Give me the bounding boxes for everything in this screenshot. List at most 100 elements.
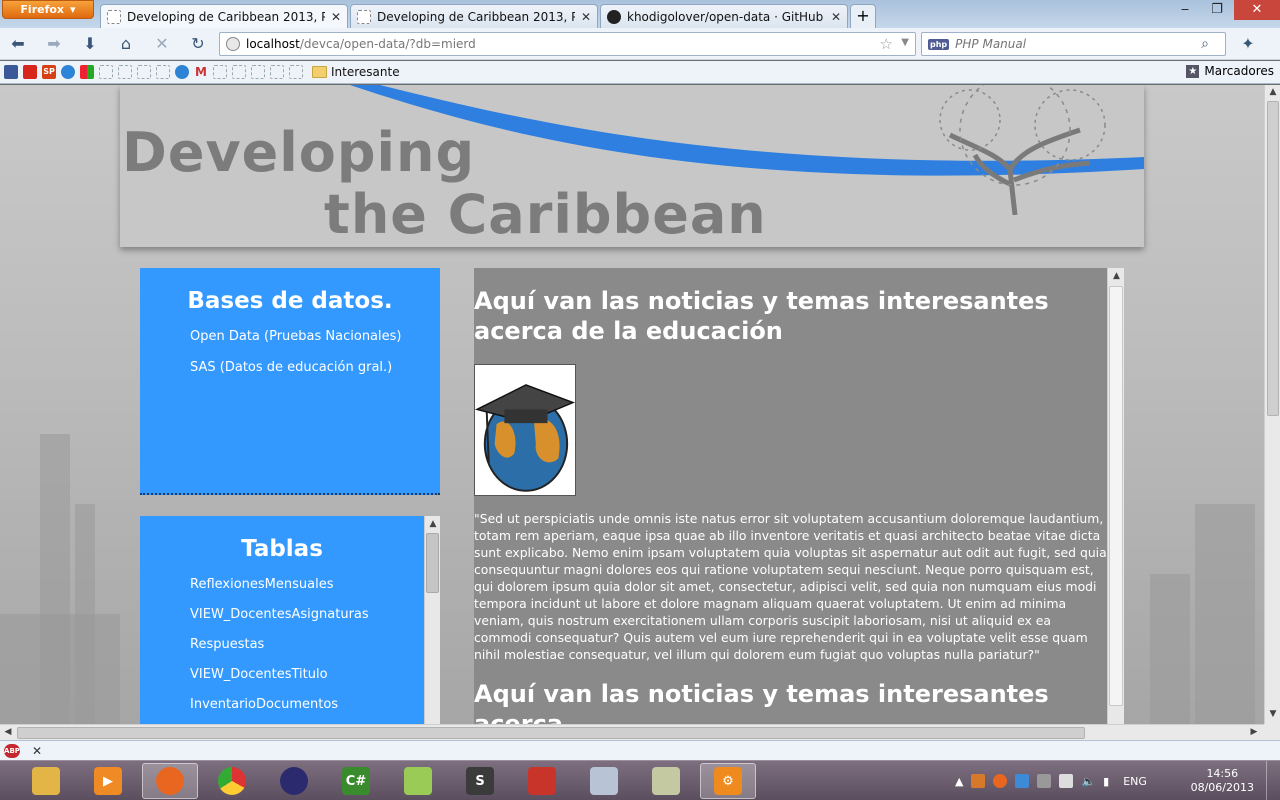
- stop-icon[interactable]: ✕: [150, 32, 174, 56]
- flag-icon[interactable]: [1059, 774, 1074, 788]
- bookmark-icon[interactable]: [118, 65, 132, 79]
- taskbar-explorer[interactable]: [18, 763, 74, 799]
- bookmarks-menu-button[interactable]: ★ Marcadores: [1186, 64, 1274, 78]
- tray-app-icon[interactable]: [971, 774, 986, 788]
- taskbar-tools[interactable]: [638, 763, 694, 799]
- new-tab-button[interactable]: +: [850, 4, 876, 28]
- tables-scrollbar[interactable]: ▲: [424, 516, 440, 724]
- scrollbar-corner: [1264, 724, 1280, 740]
- scrollbar-thumb[interactable]: [1267, 101, 1279, 416]
- table-link[interactable]: Respuestas: [140, 636, 424, 653]
- tab-portal-1[interactable]: Developing de Caribbean 2013, Portal... …: [100, 4, 348, 28]
- close-icon[interactable]: ✕: [331, 10, 341, 24]
- globe-bookmark-icon[interactable]: [61, 65, 75, 79]
- adblock-icon[interactable]: ABP: [4, 743, 20, 758]
- show-desktop-button[interactable]: [1266, 761, 1280, 800]
- dropbox-icon[interactable]: [1015, 774, 1030, 788]
- scroll-up-icon[interactable]: ▲: [1108, 268, 1125, 284]
- taskbar-firefox[interactable]: [142, 763, 198, 799]
- page-horizontal-scrollbar[interactable]: ◀ ▶: [0, 724, 1264, 740]
- signal-icon[interactable]: ▮: [1103, 775, 1109, 788]
- minimize-icon[interactable]: ‒: [1170, 0, 1200, 20]
- search-bar[interactable]: php ⌕: [921, 32, 1226, 56]
- scrollbar-thumb[interactable]: [1109, 286, 1123, 706]
- back-arrow-icon[interactable]: ⬅: [6, 32, 30, 56]
- bookmark-icon[interactable]: [270, 65, 284, 79]
- table-link[interactable]: ReflexionesMensuales: [140, 576, 424, 593]
- bookmark-icon[interactable]: [251, 65, 265, 79]
- database-link-sas[interactable]: SAS (Datos de educación gral.): [140, 359, 440, 376]
- databases-title: Bases de datos.: [187, 288, 393, 314]
- graduation-globe-image: [474, 364, 576, 496]
- bookmark-icon[interactable]: [213, 65, 227, 79]
- bookmark-icon[interactable]: [156, 65, 170, 79]
- dropdown-arrow-icon[interactable]: ▼: [901, 37, 909, 48]
- search-icon[interactable]: ⌕: [1201, 36, 1209, 52]
- database-link-open-data[interactable]: Open Data (Pruebas Nacionales): [140, 328, 440, 345]
- forward-arrow-icon[interactable]: ➡: [42, 32, 66, 56]
- clock[interactable]: 14:56 08/06/2013: [1191, 767, 1254, 795]
- bookmark-icon[interactable]: [232, 65, 246, 79]
- scroll-right-icon[interactable]: ▶: [1246, 727, 1262, 737]
- tree-icon: [939, 85, 1106, 215]
- banner-title-line1: Developing: [122, 121, 476, 184]
- tray-app-icon[interactable]: [1037, 774, 1052, 788]
- volume-icon[interactable]: 🔈: [1081, 775, 1095, 788]
- taskbar-eclipse[interactable]: [266, 763, 322, 799]
- bookmark-icon[interactable]: [99, 65, 113, 79]
- gmail-icon[interactable]: M: [194, 65, 208, 79]
- table-link[interactable]: VIEW_DocentesAsignaturas: [140, 606, 424, 623]
- tray-expand-icon[interactable]: ▲: [955, 775, 963, 788]
- taskbar-media-player[interactable]: ▶: [80, 763, 136, 799]
- close-icon[interactable]: ✕: [581, 10, 591, 24]
- scroll-left-icon[interactable]: ◀: [0, 727, 16, 737]
- tab-github[interactable]: khodigolover/open-data · GitHub ✕: [600, 4, 848, 28]
- taskbar-sublime[interactable]: S: [452, 763, 508, 799]
- reload-icon[interactable]: ↻: [186, 32, 210, 56]
- sp-icon[interactable]: SP: [42, 65, 56, 79]
- window-close-icon[interactable]: ✕: [1234, 0, 1280, 20]
- scrollbar-thumb[interactable]: [426, 533, 439, 593]
- bookmark-icon[interactable]: [137, 65, 151, 79]
- download-icon[interactable]: ⬇: [78, 32, 102, 56]
- bookmark-star-icon[interactable]: ☆: [880, 35, 893, 53]
- maximize-icon[interactable]: ❐: [1202, 0, 1232, 20]
- url-bar[interactable]: localhost /devca/open-data/?db=mierd ☆ ▼: [219, 32, 916, 56]
- close-icon[interactable]: ✕: [831, 10, 841, 24]
- tab-portal-2[interactable]: Developing de Caribbean 2013, Portal... …: [350, 4, 598, 28]
- system-tray: ▲ 🔈 ▮ ENG: [955, 761, 1147, 800]
- scroll-up-icon[interactable]: ▲: [425, 516, 441, 532]
- language-indicator[interactable]: ENG: [1123, 775, 1147, 788]
- news-scrollbar[interactable]: ▲: [1107, 268, 1124, 724]
- scroll-down-icon[interactable]: ▼: [1265, 709, 1280, 719]
- firefox-menu-button[interactable]: Firefox ▾: [2, 0, 94, 19]
- color-wheel-icon[interactable]: [175, 65, 189, 79]
- taskbar-csharp[interactable]: C#: [328, 763, 384, 799]
- taskbar-filezilla[interactable]: [514, 763, 570, 799]
- search-engine-icon[interactable]: php: [928, 38, 950, 50]
- youtube-icon[interactable]: [23, 65, 37, 79]
- addon-icon[interactable]: ✦: [1236, 32, 1260, 56]
- taskbar-notepad[interactable]: [390, 763, 446, 799]
- windows-icon[interactable]: [80, 65, 94, 79]
- vimeo-icon[interactable]: [289, 65, 303, 79]
- table-link[interactable]: VIEW_DocentesTitulo: [140, 666, 424, 683]
- scrollbar-thumb[interactable]: [17, 727, 1085, 739]
- bookmarks-star-icon: ★: [1186, 64, 1200, 78]
- search-input[interactable]: [955, 37, 1196, 51]
- table-link[interactable]: InventarioDocumentos: [140, 696, 424, 713]
- taskbar-settings[interactable]: ⚙: [700, 763, 756, 799]
- sublime-icon: S: [466, 767, 494, 795]
- bookmark-folder-interesante[interactable]: Interesante: [312, 65, 400, 79]
- close-icon[interactable]: ✕: [32, 744, 42, 758]
- skyline-building: [1195, 504, 1255, 724]
- scroll-up-icon[interactable]: ▲: [1265, 87, 1280, 97]
- facebook-icon[interactable]: [4, 65, 18, 79]
- taskbar-app[interactable]: [576, 763, 632, 799]
- page-vertical-scrollbar[interactable]: ▲ ▼: [1264, 85, 1280, 724]
- tray-firefox-icon[interactable]: [993, 774, 1008, 788]
- taskbar-chrome[interactable]: [204, 763, 260, 799]
- skyline-building: [1150, 574, 1190, 724]
- home-icon[interactable]: ⌂: [114, 32, 138, 56]
- csharp-icon: C#: [342, 767, 370, 795]
